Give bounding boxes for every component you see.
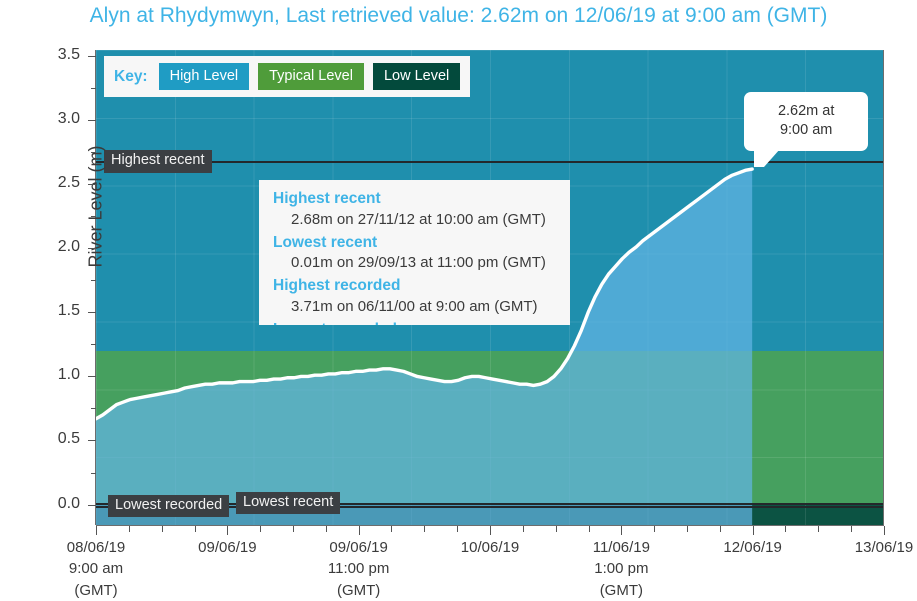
x-tick-major [752,526,754,535]
callout-value-line: 2.62m at [777,103,835,120]
info-value-highest-recorded: 3.71m on 06/11/00 at 9:00 am (GMT) [291,297,538,315]
info-heading-lowest-recorded: Lowest recorded [259,319,570,325]
x-tick-minor [555,526,557,532]
x-tick-minor [128,526,130,532]
y-tick-label: 0.5 [57,430,80,448]
x-tick-major [96,526,97,535]
x-tick-minor [325,526,327,532]
x-tick-major [227,526,229,535]
chart-key: Key: High Level Typical Level Low Level [104,56,471,97]
x-tick-label: 13/06/19 [854,539,914,556]
x-tick-minor [818,526,820,532]
y-tick-label: 2.5 [57,174,80,192]
latest-value-callout: 2.62m at 9:00 am [744,92,869,168]
y-tick-label: 3.5 [57,46,80,64]
y-tick-minor [91,152,96,154]
x-tick-minor [522,526,524,532]
key-label: Key: [114,67,148,85]
info-heading-highest-recent: Highest recent [273,190,381,207]
info-heading-lowest-recent: Lowest recent [273,233,378,251]
threshold-label-lowest-recorded: Lowest recorded [108,494,230,517]
callout-tail-icon [754,149,781,168]
x-tick-minor [260,526,262,532]
x-tick-label: 09/06/19 11:00 pm (GMT) [327,539,390,599]
x-tick-label: 11/06/19 1:00 pm (GMT) [592,539,650,599]
x-tick-minor [687,526,688,532]
x-tick-major [884,526,885,535]
callout-time-line: 9:00 am [779,122,833,139]
info-value-lowest-recent: 0.01m on 29/09/13 at 11:00 pm (GMT) [291,254,546,272]
y-tick-minor [91,280,96,282]
x-tick-minor [391,526,393,532]
y-tick-major [88,312,96,314]
x-tick-minor [785,526,787,532]
y-tick-major [88,56,96,58]
x-tick-minor [194,526,196,532]
station-info-panel: Highest recent 2.68m on 27/11/12 at 10:0… [259,180,570,325]
y-tick-minor [91,88,96,90]
x-tick-minor [851,526,853,532]
y-tick-major [88,440,96,442]
x-tick-label: 12/06/19 [723,539,782,556]
y-tick-label: 1.5 [57,302,80,320]
x-tick-minor [457,526,459,532]
x-tick-minor [719,526,721,532]
x-tick-minor [588,526,590,532]
info-value-highest-recent: 2.68m on 27/11/12 at 10:00 am (GMT) [291,210,546,228]
y-tick-major [88,120,96,122]
x-tick-minor [161,526,163,532]
y-tick-major [88,184,96,186]
y-tick-label: 0.0 [57,494,80,512]
y-tick-label: 2.0 [57,238,80,256]
chart-plot-area: Highest recent Lowest recorded Lowest re… [94,50,884,525]
x-tick-label: 10/06/19 [460,539,520,556]
y-tick-minor [91,408,96,410]
x-tick-major [358,526,360,535]
key-chip-high-level[interactable]: High Level [158,63,250,90]
y-tick-minor [91,472,96,474]
info-heading-highest-recorded: Highest recorded [273,277,401,295]
key-chip-low-level[interactable]: Low Level [372,63,461,90]
x-tick-minor [654,526,656,532]
threshold-label-highest-recent: Highest recent [104,150,212,173]
page-title: Alyn at Rhydymwyn, Last retrieved value:… [89,4,828,27]
x-tick-major [621,526,623,535]
y-tick-label: 3.0 [57,110,80,128]
x-tick-label: 08/06/19 9:00 am (GMT) [66,539,126,599]
y-tick-label: 1.0 [57,366,80,384]
key-chip-typical-level[interactable]: Typical Level [258,63,364,90]
x-tick-minor [424,526,426,532]
threshold-label-lowest-recent: Lowest recent [236,492,341,515]
y-tick-major [88,504,96,506]
y-axis-title: River Level (m) [85,145,106,268]
y-tick-minor [91,216,96,218]
y-tick-major [88,376,96,378]
y-tick-major [88,248,96,250]
x-tick-label: 09/06/19 [198,539,257,556]
x-tick-minor [293,526,294,532]
x-tick-major [490,526,491,535]
y-tick-minor [91,344,96,346]
